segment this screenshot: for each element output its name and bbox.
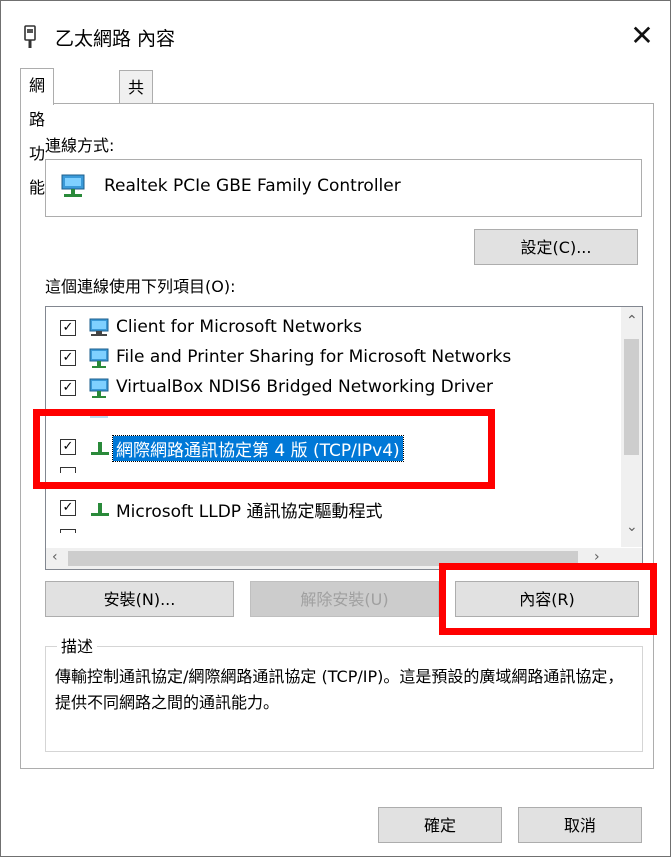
network-client-icon (89, 318, 109, 336)
title-bar[interactable]: 乙太網路 內容 ✕ (1, 1, 670, 71)
scroll-down-icon[interactable]: ⌄ (626, 519, 638, 535)
ethernet-icon (24, 25, 36, 48)
tab-networking[interactable]: 網路功能 (20, 68, 55, 197)
item-checkbox[interactable]: ✓ (60, 320, 76, 336)
close-button[interactable]: ✕ (620, 13, 664, 57)
uninstall-button[interactable]: 解除安裝(U) (250, 581, 439, 617)
vertical-scrollbar[interactable]: ⌃ ⌄ (621, 307, 642, 547)
vertical-scroll-thumb[interactable] (624, 339, 639, 455)
item-label: Microsoft LLDP 通訊協定驅動程式 (116, 502, 383, 522)
description-text: 傳輸控制通訊協定/網際網路通訊協定 (TCP/IP)。這是預設的廣域網路通訊協定… (55, 667, 624, 712)
highlight-box-properties (439, 563, 657, 635)
close-icon: ✕ (630, 18, 654, 52)
ok-button[interactable]: 確定 (378, 807, 502, 843)
scroll-up-icon[interactable]: ⌃ (626, 313, 638, 329)
item-checkbox[interactable] (60, 529, 76, 533)
adapter-box: Realtek PCIe GBE Family Controller (45, 159, 642, 217)
network-adapter-icon (61, 174, 85, 197)
items-label: 這個連線使用下列項目(O): (45, 277, 236, 296)
highlight-box-tcpipv4 (33, 409, 495, 489)
protocol-icon (91, 503, 109, 516)
network-service-icon (89, 348, 109, 368)
scroll-left-icon[interactable]: ‹ (52, 549, 58, 565)
tab-networking-label: 網路功能 (29, 76, 46, 197)
connect-using-label: 連線方式: (45, 136, 115, 155)
item-label: File and Printer Sharing for Microsoft N… (116, 347, 512, 367)
description-title: 描述 (57, 633, 98, 657)
configure-button[interactable]: 設定(C)... (474, 229, 638, 265)
item-checkbox[interactable]: ✓ (60, 380, 76, 396)
item-checkbox[interactable]: ✓ (60, 500, 76, 516)
properties-dialog: 乙太網路 內容 ✕ 網路功能 共用 連線方式: Realtek PCIe GBE… (0, 0, 671, 857)
item-checkbox[interactable]: ✓ (60, 350, 76, 366)
adapter-name: Realtek PCIe GBE Family Controller (104, 176, 401, 196)
list-item-clipped[interactable] (54, 523, 614, 533)
tab-sharing[interactable]: 共用 (119, 70, 154, 131)
cancel-button[interactable]: 取消 (518, 807, 642, 843)
list-item-client[interactable]: ✓ Client for Microsoft Networks (54, 314, 614, 342)
window-title: 乙太網路 內容 (55, 28, 176, 50)
list-item-file-sharing[interactable]: ✓ File and Printer Sharing for Microsoft… (54, 344, 614, 372)
network-service-icon (89, 378, 109, 398)
item-label: Client for Microsoft Networks (116, 317, 363, 337)
install-button[interactable]: 安裝(N)... (45, 581, 234, 617)
list-item-virtualbox[interactable]: ✓ VirtualBox NDIS6 Bridged Networking Dr… (54, 374, 614, 402)
list-item-lldp[interactable]: ✓ Microsoft LLDP 通訊協定驅動程式 (54, 494, 614, 522)
item-label: VirtualBox NDIS6 Bridged Networking Driv… (116, 377, 493, 397)
